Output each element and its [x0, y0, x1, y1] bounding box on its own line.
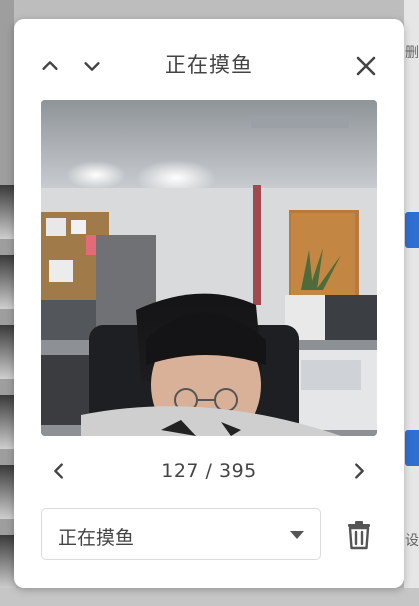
dialog-title: 正在摸鱼 [165, 53, 253, 77]
background-right-panel: 删 设 [404, 0, 419, 606]
delete-button[interactable] [341, 515, 377, 555]
category-select-value: 正在摸鱼 [58, 527, 135, 549]
background-right-text: 删 [405, 45, 419, 61]
photo-viewer-dialog: 正在摸鱼 127 / 395 正在摸鱼 [14, 19, 404, 588]
close-icon [356, 56, 376, 76]
background-thumbnail-strip [0, 0, 16, 606]
category-select[interactable]: 正在摸鱼 [41, 508, 321, 560]
next-button[interactable] [344, 456, 374, 486]
chevron-right-icon [355, 463, 364, 479]
webcam-photo [41, 100, 377, 436]
trash-icon [348, 521, 370, 550]
dropdown-caret-icon [290, 531, 304, 539]
close-button[interactable] [351, 51, 381, 81]
office-scene-image [41, 100, 377, 436]
background-right-badge [405, 430, 419, 466]
background-right-badge [405, 212, 419, 248]
background-right-text: 设 [405, 533, 419, 549]
pagination-row: 127 / 395 [14, 456, 404, 486]
background-bottom-strip [0, 588, 419, 606]
